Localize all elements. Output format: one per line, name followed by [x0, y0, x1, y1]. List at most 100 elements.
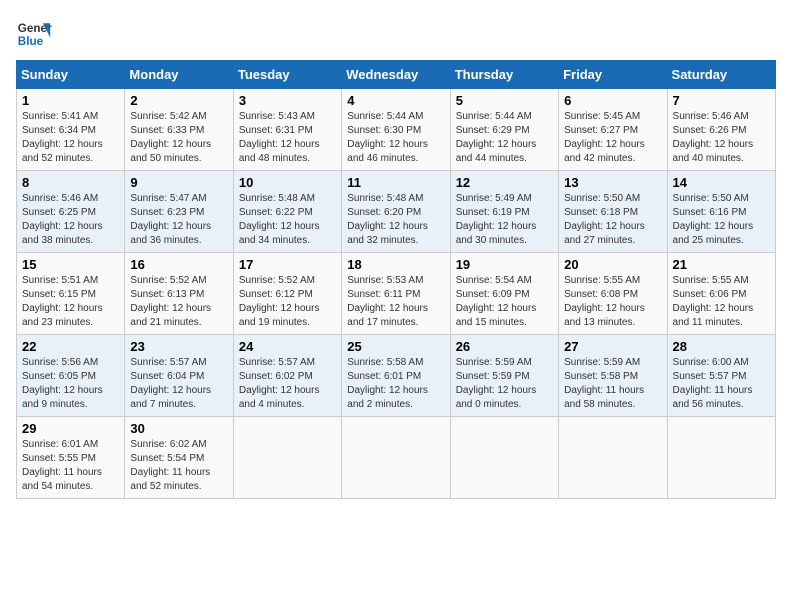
- calendar-cell: 29 Sunrise: 6:01 AMSunset: 5:55 PMDaylig…: [17, 417, 125, 499]
- day-detail: Sunrise: 5:45 AMSunset: 6:27 PMDaylight:…: [564, 111, 645, 164]
- day-detail: Sunrise: 5:48 AMSunset: 6:20 PMDaylight:…: [347, 193, 428, 246]
- day-detail: Sunrise: 5:52 AMSunset: 6:12 PMDaylight:…: [239, 275, 320, 328]
- logo-icon: General Blue: [16, 16, 52, 52]
- day-number: 21: [673, 257, 770, 272]
- day-number: 5: [456, 93, 553, 108]
- day-number: 4: [347, 93, 444, 108]
- day-detail: Sunrise: 5:49 AMSunset: 6:19 PMDaylight:…: [456, 193, 537, 246]
- header-tuesday: Tuesday: [233, 61, 341, 89]
- day-detail: Sunrise: 5:50 AMSunset: 6:16 PMDaylight:…: [673, 193, 754, 246]
- calendar-cell: 4 Sunrise: 5:44 AMSunset: 6:30 PMDayligh…: [342, 89, 450, 171]
- day-number: 18: [347, 257, 444, 272]
- calendar-header-row: SundayMondayTuesdayWednesdayThursdayFrid…: [17, 61, 776, 89]
- day-number: 24: [239, 339, 336, 354]
- day-number: 12: [456, 175, 553, 190]
- calendar-cell: 5 Sunrise: 5:44 AMSunset: 6:29 PMDayligh…: [450, 89, 558, 171]
- day-number: 11: [347, 175, 444, 190]
- calendar-cell: 28 Sunrise: 6:00 AMSunset: 5:57 PMDaylig…: [667, 335, 775, 417]
- calendar-cell: 22 Sunrise: 5:56 AMSunset: 6:05 PMDaylig…: [17, 335, 125, 417]
- day-number: 29: [22, 421, 119, 436]
- day-number: 25: [347, 339, 444, 354]
- calendar-cell: 7 Sunrise: 5:46 AMSunset: 6:26 PMDayligh…: [667, 89, 775, 171]
- day-number: 20: [564, 257, 661, 272]
- calendar-cell: 13 Sunrise: 5:50 AMSunset: 6:18 PMDaylig…: [559, 171, 667, 253]
- day-detail: Sunrise: 5:41 AMSunset: 6:34 PMDaylight:…: [22, 111, 103, 164]
- calendar-table: SundayMondayTuesdayWednesdayThursdayFrid…: [16, 60, 776, 499]
- day-number: 28: [673, 339, 770, 354]
- calendar-cell: 21 Sunrise: 5:55 AMSunset: 6:06 PMDaylig…: [667, 253, 775, 335]
- calendar-cell: 14 Sunrise: 5:50 AMSunset: 6:16 PMDaylig…: [667, 171, 775, 253]
- day-detail: Sunrise: 5:42 AMSunset: 6:33 PMDaylight:…: [130, 111, 211, 164]
- header-wednesday: Wednesday: [342, 61, 450, 89]
- day-number: 6: [564, 93, 661, 108]
- day-detail: Sunrise: 5:57 AMSunset: 6:04 PMDaylight:…: [130, 357, 211, 410]
- calendar-cell: 8 Sunrise: 5:46 AMSunset: 6:25 PMDayligh…: [17, 171, 125, 253]
- day-number: 17: [239, 257, 336, 272]
- day-number: 22: [22, 339, 119, 354]
- day-detail: Sunrise: 5:44 AMSunset: 6:29 PMDaylight:…: [456, 111, 537, 164]
- day-detail: Sunrise: 5:53 AMSunset: 6:11 PMDaylight:…: [347, 275, 428, 328]
- day-number: 2: [130, 93, 227, 108]
- day-number: 3: [239, 93, 336, 108]
- calendar-cell: 16 Sunrise: 5:52 AMSunset: 6:13 PMDaylig…: [125, 253, 233, 335]
- calendar-cell: 20 Sunrise: 5:55 AMSunset: 6:08 PMDaylig…: [559, 253, 667, 335]
- day-detail: Sunrise: 5:58 AMSunset: 6:01 PMDaylight:…: [347, 357, 428, 410]
- calendar-cell: 1 Sunrise: 5:41 AMSunset: 6:34 PMDayligh…: [17, 89, 125, 171]
- calendar-cell: 23 Sunrise: 5:57 AMSunset: 6:04 PMDaylig…: [125, 335, 233, 417]
- calendar-cell: [559, 417, 667, 499]
- day-number: 16: [130, 257, 227, 272]
- calendar-week-1: 1 Sunrise: 5:41 AMSunset: 6:34 PMDayligh…: [17, 89, 776, 171]
- day-number: 30: [130, 421, 227, 436]
- day-detail: Sunrise: 6:00 AMSunset: 5:57 PMDaylight:…: [673, 357, 753, 410]
- calendar-cell: [667, 417, 775, 499]
- day-number: 1: [22, 93, 119, 108]
- day-number: 26: [456, 339, 553, 354]
- day-detail: Sunrise: 5:59 AMSunset: 5:58 PMDaylight:…: [564, 357, 644, 410]
- calendar-cell: 25 Sunrise: 5:58 AMSunset: 6:01 PMDaylig…: [342, 335, 450, 417]
- day-detail: Sunrise: 5:48 AMSunset: 6:22 PMDaylight:…: [239, 193, 320, 246]
- day-detail: Sunrise: 5:47 AMSunset: 6:23 PMDaylight:…: [130, 193, 211, 246]
- day-number: 27: [564, 339, 661, 354]
- day-detail: Sunrise: 5:44 AMSunset: 6:30 PMDaylight:…: [347, 111, 428, 164]
- day-detail: Sunrise: 5:46 AMSunset: 6:26 PMDaylight:…: [673, 111, 754, 164]
- page-header: General Blue: [16, 16, 776, 52]
- day-number: 15: [22, 257, 119, 272]
- calendar-cell: 11 Sunrise: 5:48 AMSunset: 6:20 PMDaylig…: [342, 171, 450, 253]
- day-detail: Sunrise: 5:57 AMSunset: 6:02 PMDaylight:…: [239, 357, 320, 410]
- calendar-cell: 26 Sunrise: 5:59 AMSunset: 5:59 PMDaylig…: [450, 335, 558, 417]
- calendar-cell: 27 Sunrise: 5:59 AMSunset: 5:58 PMDaylig…: [559, 335, 667, 417]
- day-detail: Sunrise: 5:52 AMSunset: 6:13 PMDaylight:…: [130, 275, 211, 328]
- calendar-week-3: 15 Sunrise: 5:51 AMSunset: 6:15 PMDaylig…: [17, 253, 776, 335]
- day-detail: Sunrise: 5:54 AMSunset: 6:09 PMDaylight:…: [456, 275, 537, 328]
- calendar-cell: [233, 417, 341, 499]
- day-detail: Sunrise: 5:43 AMSunset: 6:31 PMDaylight:…: [239, 111, 320, 164]
- logo: General Blue: [16, 16, 52, 52]
- day-number: 19: [456, 257, 553, 272]
- calendar-cell: 19 Sunrise: 5:54 AMSunset: 6:09 PMDaylig…: [450, 253, 558, 335]
- calendar-cell: [342, 417, 450, 499]
- day-number: 8: [22, 175, 119, 190]
- day-detail: Sunrise: 5:50 AMSunset: 6:18 PMDaylight:…: [564, 193, 645, 246]
- header-friday: Friday: [559, 61, 667, 89]
- header-sunday: Sunday: [17, 61, 125, 89]
- header-monday: Monday: [125, 61, 233, 89]
- day-detail: Sunrise: 5:55 AMSunset: 6:08 PMDaylight:…: [564, 275, 645, 328]
- day-detail: Sunrise: 6:01 AMSunset: 5:55 PMDaylight:…: [22, 439, 102, 492]
- calendar-week-2: 8 Sunrise: 5:46 AMSunset: 6:25 PMDayligh…: [17, 171, 776, 253]
- calendar-cell: 2 Sunrise: 5:42 AMSunset: 6:33 PMDayligh…: [125, 89, 233, 171]
- day-number: 9: [130, 175, 227, 190]
- day-number: 23: [130, 339, 227, 354]
- header-thursday: Thursday: [450, 61, 558, 89]
- calendar-cell: 18 Sunrise: 5:53 AMSunset: 6:11 PMDaylig…: [342, 253, 450, 335]
- calendar-cell: [450, 417, 558, 499]
- day-detail: Sunrise: 5:56 AMSunset: 6:05 PMDaylight:…: [22, 357, 103, 410]
- calendar-cell: 10 Sunrise: 5:48 AMSunset: 6:22 PMDaylig…: [233, 171, 341, 253]
- calendar-cell: 24 Sunrise: 5:57 AMSunset: 6:02 PMDaylig…: [233, 335, 341, 417]
- day-detail: Sunrise: 5:59 AMSunset: 5:59 PMDaylight:…: [456, 357, 537, 410]
- calendar-cell: 6 Sunrise: 5:45 AMSunset: 6:27 PMDayligh…: [559, 89, 667, 171]
- calendar-week-4: 22 Sunrise: 5:56 AMSunset: 6:05 PMDaylig…: [17, 335, 776, 417]
- day-number: 7: [673, 93, 770, 108]
- day-detail: Sunrise: 6:02 AMSunset: 5:54 PMDaylight:…: [130, 439, 210, 492]
- day-number: 14: [673, 175, 770, 190]
- calendar-cell: 30 Sunrise: 6:02 AMSunset: 5:54 PMDaylig…: [125, 417, 233, 499]
